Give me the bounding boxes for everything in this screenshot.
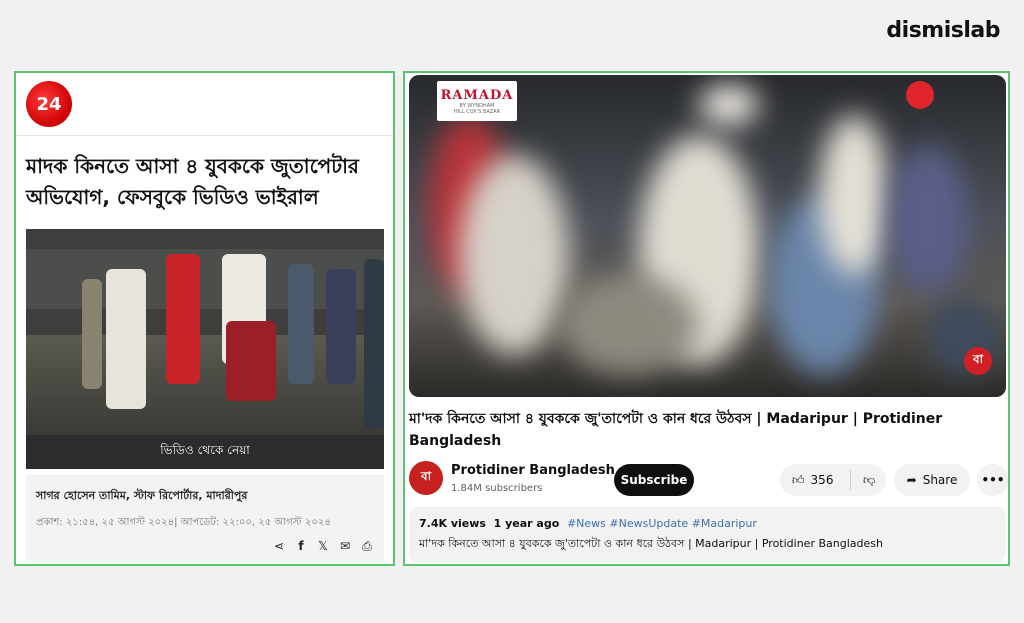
channel-watermark-badge: বা <box>964 347 992 375</box>
article-title: মাদক কিনতে আসা ৪ যুবককে জুতাপেটার অভিযোগ… <box>26 154 359 209</box>
channel-avatar[interactable]: বা <box>409 461 443 495</box>
more-actions-button[interactable]: ••• <box>977 464 1008 496</box>
hashtags[interactable]: #News #NewsUpdate #Madaripur <box>567 517 757 530</box>
thumbs-down-icon: 👎︎ <box>863 472 876 487</box>
news-article-panel: 24 মাদক কিনতে আসা ৪ যুবককে জুতাপেটার অভি… <box>14 71 395 566</box>
share-arrow-icon: ➦ <box>906 473 917 487</box>
facebook-icon[interactable]: f <box>294 539 308 554</box>
dislike-button[interactable]: 👎︎ <box>851 473 875 488</box>
description-text: মা'দক কিনতে আসা ৪ যুবককে জু'তাপেটা ও কান… <box>419 537 883 550</box>
header-divider <box>16 135 393 136</box>
subscribe-button[interactable]: Subscribe <box>614 464 694 496</box>
view-count: 7.4K views <box>419 517 486 530</box>
youtube-video-panel: RAMADA BY WYNDHAM HILL COX'S BAZAR বা মা… <box>403 71 1010 566</box>
share-icon[interactable]: ⋖ <box>272 539 286 554</box>
video-title: মা'দক কিনতে আসা ৪ যুবককে জু'তাপেটা ও কান… <box>409 411 943 449</box>
x-icon[interactable]: 𝕏 <box>316 539 330 554</box>
ramada-watermark-name: RAMADA <box>440 87 514 103</box>
channel24-logo[interactable]: 24 <box>26 81 72 127</box>
channel24-logo-text: 24 <box>36 93 62 115</box>
like-button[interactable]: 👍︎ 356 <box>780 473 850 488</box>
video-player[interactable]: RAMADA BY WYNDHAM HILL COX'S BAZAR বা <box>409 75 1006 397</box>
like-count: 356 <box>810 473 834 487</box>
article-meta: সাগর হোসেন তামিম, স্টাফ রিপোর্টার, মাদার… <box>26 475 384 561</box>
ramada-watermark: RAMADA BY WYNDHAM HILL COX'S BAZAR <box>437 81 517 121</box>
mail-icon[interactable]: ✉ <box>338 539 352 554</box>
description-meta: 7.4K views 1 year ago #News #NewsUpdate … <box>419 517 757 530</box>
article-photo <box>26 229 384 435</box>
like-dislike-group: 👍︎ 356 👎︎ <box>780 464 886 496</box>
ramada-watermark-line3: HILL COX'S BAZAR <box>453 108 501 115</box>
print-icon[interactable]: ⎙ <box>360 539 374 554</box>
thumbs-up-icon: 👍︎ <box>792 472 805 487</box>
channel-name-text: Protidiner Bangladesh <box>451 463 615 478</box>
video-description[interactable]: 7.4K views 1 year ago #News #NewsUpdate … <box>409 507 1006 563</box>
byline: সাগর হোসেন তামিম, স্টাফ রিপোর্টার, মাদার… <box>36 489 248 502</box>
share-label: Share <box>922 473 958 487</box>
share-button[interactable]: ➦ Share <box>894 464 970 496</box>
subscriber-count: 1.84M subscribers <box>451 483 543 494</box>
upload-age: 1 year ago <box>493 517 560 530</box>
dismislab-logo: dismislab <box>886 18 1000 43</box>
recording-dot-icon <box>906 81 934 109</box>
publish-date: প্রকাশ: ২১:৫৪, ২৫ আগস্ট ২০২৪| আপডেট: ২২:… <box>36 517 331 528</box>
share-toolbar: ⋖ f 𝕏 ✉ ⎙ <box>272 539 374 554</box>
photo-caption: ভিডিও থেকে নেয়া <box>26 435 384 469</box>
channel-name[interactable]: Protidiner Bangladesh <box>451 463 629 478</box>
